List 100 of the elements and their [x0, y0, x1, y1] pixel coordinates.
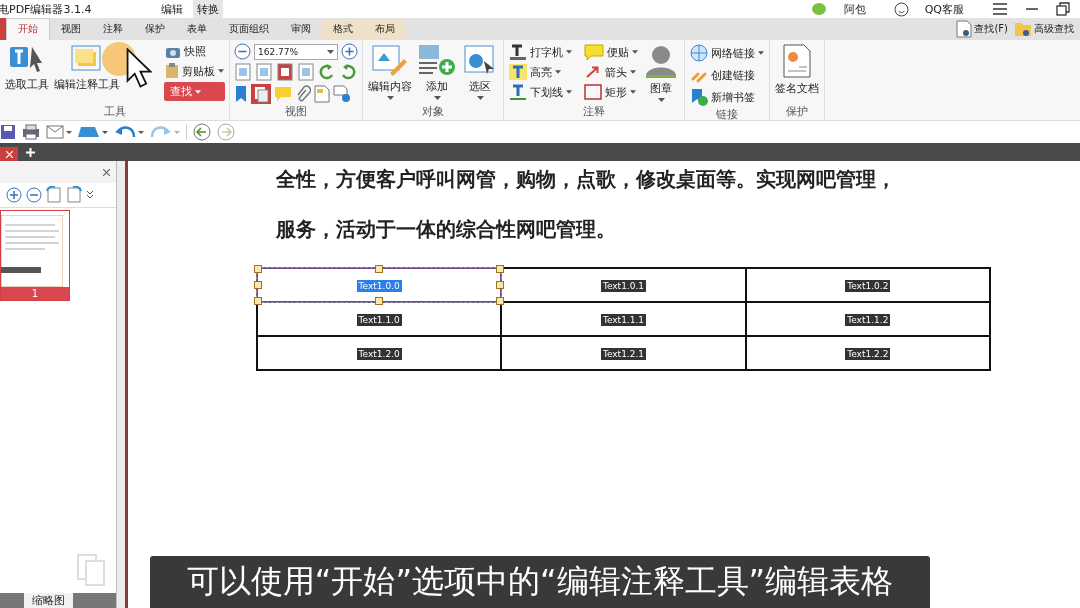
page-settings-icon[interactable]: [333, 85, 351, 103]
bookmark-icon[interactable]: [234, 85, 248, 103]
table-cell[interactable]: Text1.2.2: [745, 336, 990, 370]
ribbon-button[interactable]: 下划线: [508, 83, 573, 101]
zoom-in-icon[interactable]: [6, 187, 22, 203]
menu-icon[interactable]: [992, 2, 1008, 16]
subtitle-caption: 可以使用“开始”选项中的“编辑注释工具”编辑表格: [150, 556, 930, 608]
caret-icon: [566, 90, 572, 94]
user-name[interactable]: 阿包: [843, 1, 866, 17]
table-cell[interactable]: Text1.0.0: [257, 268, 502, 302]
context-tab[interactable]: 编辑: [157, 0, 188, 19]
ribbon-button[interactable]: 添加: [416, 43, 458, 100]
ribbon-button[interactable]: 图章: [642, 43, 680, 102]
underline-icon: [509, 84, 527, 100]
close-icon[interactable]: [103, 168, 110, 176]
table-cell[interactable]: Text1.2.0: [257, 336, 502, 370]
table-cell[interactable]: Text1.0.2: [745, 268, 990, 302]
table-cell[interactable]: Text1.1.2: [745, 302, 990, 336]
ribbon-button[interactable]: 新增书签: [689, 87, 765, 107]
ribbon-tab[interactable]: 保护: [134, 19, 176, 40]
support-link[interactable]: QQ客服: [924, 1, 964, 17]
find-button[interactable]: 查找: [164, 82, 225, 101]
ribbon-tab[interactable]: 开始: [6, 18, 50, 40]
rotate-right-icon[interactable]: [66, 186, 82, 204]
ribbon-button[interactable]: 矩形: [583, 83, 639, 101]
rotate-left-icon[interactable]: [46, 186, 62, 204]
caret-icon: [758, 51, 764, 55]
search-button[interactable]: 查找(F): [956, 20, 1008, 38]
resize-handle[interactable]: [375, 297, 384, 305]
chevron-icon[interactable]: [86, 190, 94, 200]
search-button[interactable]: 高级查找: [1014, 21, 1074, 37]
ribbon-button[interactable]: 签名文档: [774, 43, 820, 96]
certificate-icon: [782, 43, 812, 79]
group-label: 工具: [102, 104, 127, 120]
page-view-icon[interactable]: [276, 63, 294, 81]
ribbon-button[interactable]: 编辑内容: [367, 43, 413, 100]
ribbon-button[interactable]: 网络链接: [689, 43, 765, 63]
zoom-in-icon[interactable]: [341, 43, 358, 60]
table-cell[interactable]: Text1.2.1: [501, 336, 746, 370]
caret-icon: [632, 50, 638, 54]
ribbon-button[interactable]: 便贴: [583, 43, 639, 61]
caret-icon: [386, 96, 394, 100]
ribbon-tab[interactable]: 视图: [50, 19, 92, 40]
new-tab-icon[interactable]: [26, 147, 35, 157]
person-stamp-icon: [643, 43, 679, 79]
ribbon-tab[interactable]: 审阅: [280, 19, 322, 40]
ribbon-button[interactable]: 打字机: [508, 43, 573, 61]
context-tab[interactable]: 转换: [193, 0, 224, 19]
document-tab[interactable]: [0, 147, 18, 161]
ribbon-tab[interactable]: 布局: [364, 19, 406, 40]
pages-icon: [76, 553, 106, 587]
rectangle-icon: [584, 84, 602, 100]
page-thumbnail[interactable]: 1: [0, 210, 70, 301]
printer-icon[interactable]: [22, 124, 40, 140]
table-cell[interactable]: Text1.1.1: [501, 302, 746, 336]
ribbon-button[interactable]: 编辑注释工具: [53, 43, 121, 92]
zoom-out-icon[interactable]: [26, 187, 42, 203]
ribbon-tab[interactable]: 页面组织: [218, 19, 280, 40]
forward-icon[interactable]: [217, 123, 235, 141]
rotate-left-icon[interactable]: [318, 63, 336, 81]
table-cell[interactable]: Text1.1.0: [257, 302, 502, 336]
ribbon-button[interactable]: 剪贴板: [164, 62, 225, 80]
scanner-icon[interactable]: [78, 125, 108, 139]
email-icon[interactable]: [46, 125, 72, 139]
caret-icon: [566, 50, 572, 54]
caret-icon: [657, 98, 665, 102]
ribbon-button[interactable]: 快照: [164, 43, 225, 60]
paperclip-icon[interactable]: [295, 85, 311, 103]
group-label: 链接: [715, 107, 739, 123]
save-icon[interactable]: [0, 124, 16, 140]
form-field-label: Text1.0.0: [356, 279, 402, 292]
caret-icon: [630, 70, 636, 74]
zoom-out-icon[interactable]: [234, 43, 251, 60]
find-document-icon: [956, 20, 973, 38]
ribbon-button[interactable]: 箭头: [583, 63, 639, 81]
document-icon[interactable]: [314, 85, 330, 103]
ribbon-tab[interactable]: 表单: [176, 19, 218, 40]
panel-tab[interactable]: 缩略图: [24, 593, 73, 608]
rotate-right-icon[interactable]: [339, 63, 357, 81]
page-number: 1: [1, 287, 69, 300]
zoom-field[interactable]: 162.77%: [254, 43, 338, 60]
group-label: 对象: [421, 104, 445, 120]
pages-icon[interactable]: [251, 84, 271, 104]
ribbon-button[interactable]: 选取工具: [4, 43, 50, 92]
find-folder-icon: [1014, 21, 1032, 37]
restore-icon[interactable]: [1056, 2, 1070, 16]
form-field-label: Text1.2.0: [356, 347, 402, 360]
resize-handle[interactable]: [375, 265, 384, 273]
ribbon-tab[interactable]: 注释: [92, 19, 134, 40]
ribbon-button[interactable]: 创建链接: [689, 65, 765, 85]
ribbon-tab[interactable]: 格式: [322, 19, 364, 40]
table-cell[interactable]: Text1.0.1: [501, 268, 746, 302]
bookmark-add-icon: [690, 88, 708, 106]
ribbon-button[interactable]: 选区: [461, 43, 499, 100]
ribbon-button[interactable]: 高亮: [508, 63, 573, 81]
highlight-icon: [509, 64, 527, 80]
group-label: 注释: [582, 104, 606, 120]
undo-icon[interactable]: [114, 124, 144, 140]
caret-icon: [476, 96, 484, 100]
back-icon[interactable]: [193, 123, 211, 141]
